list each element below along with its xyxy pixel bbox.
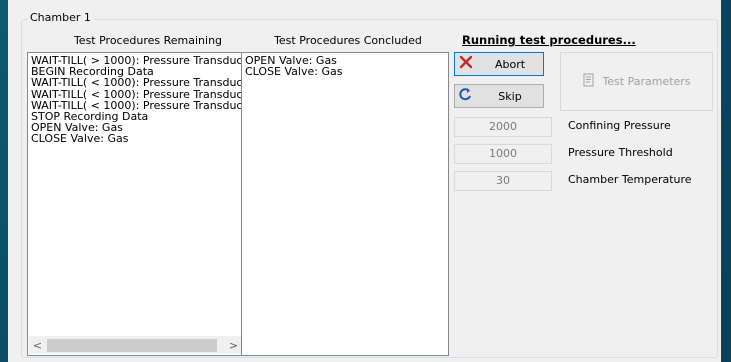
running-status: Running test procedures... <box>462 33 636 47</box>
scroll-right-arrow[interactable]: > <box>225 337 242 354</box>
list-item[interactable]: WAIT-TILL( < 1000): Pressure Transducer <box>28 77 243 88</box>
test-parameters-label: Test Parameters <box>602 75 691 88</box>
test-parameters-button[interactable]: Test Parameters <box>560 52 713 111</box>
group-title: Chamber 1 <box>27 11 94 25</box>
skip-label: Skip <box>498 89 522 103</box>
skip-button[interactable]: Skip <box>454 84 544 108</box>
remaining-header: Test Procedures Remaining <box>73 34 223 47</box>
skip-icon <box>455 87 477 105</box>
list-item[interactable]: CLOSE Valve: Gas <box>242 66 448 77</box>
pressure-threshold-label: Pressure Threshold <box>568 146 673 159</box>
concluded-header: Test Procedures Concluded <box>274 34 422 47</box>
confining-pressure-field[interactable]: 2000 <box>454 117 552 137</box>
scroll-left-arrow[interactable]: < <box>29 337 46 354</box>
abort-label: Abort <box>494 57 526 71</box>
chamber-window: Chamber 1 Test Procedures Remaining Test… <box>8 0 721 362</box>
chamber-temperature-field[interactable]: 30 <box>454 171 552 191</box>
chamber-temperature-label: Chamber Temperature <box>568 173 692 186</box>
abort-button[interactable]: Abort <box>454 52 544 76</box>
close-icon <box>455 55 477 73</box>
pressure-threshold-field[interactable]: 1000 <box>454 144 552 164</box>
scrollbar-thumb[interactable] <box>47 339 217 352</box>
list-item[interactable]: CLOSE Valve: Gas <box>28 133 243 144</box>
remaining-listbox[interactable]: WAIT-TILL( > 1000): Pressure Transducer … <box>27 52 244 356</box>
horizontal-scrollbar[interactable]: < > <box>29 336 242 354</box>
concluded-listbox[interactable]: OPEN Valve: Gas CLOSE Valve: Gas <box>241 52 449 356</box>
document-icon <box>582 73 596 90</box>
confining-pressure-label: Confining Pressure <box>568 119 671 132</box>
